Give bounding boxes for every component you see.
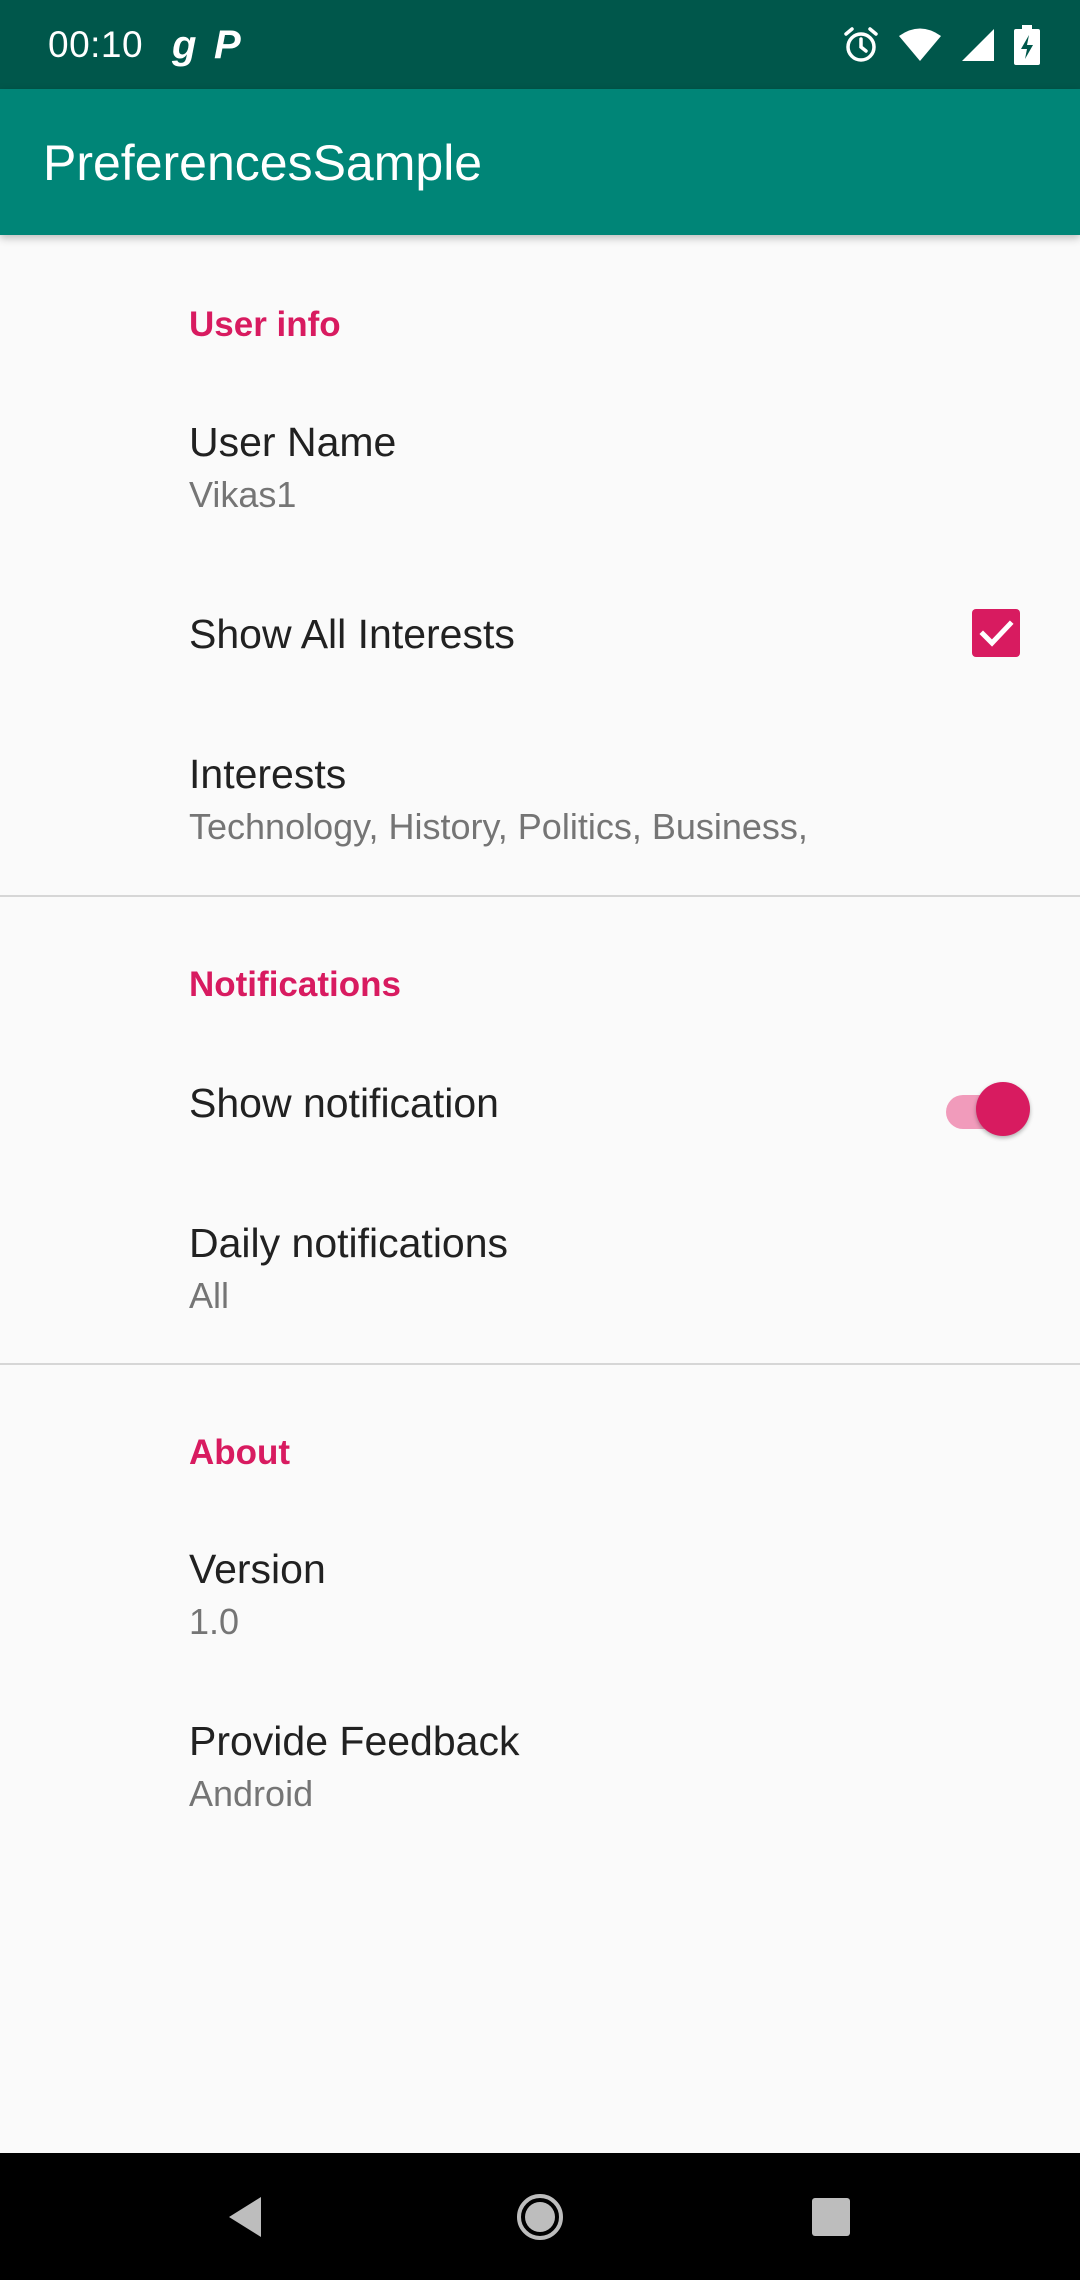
alarm-icon xyxy=(844,27,878,62)
pref-summary: 1.0 xyxy=(189,1601,240,1642)
pref-interests[interactable]: Interests Technology, History, Politics,… xyxy=(0,713,1080,893)
recents-icon xyxy=(812,2197,850,2236)
section-divider xyxy=(0,895,1080,897)
app-bar: PreferencesSample xyxy=(0,89,1080,235)
app-notification-icon-g: g xyxy=(172,23,197,67)
pref-show-all-interests[interactable]: Show All Interests xyxy=(0,563,1080,713)
category-notifications: Notifications xyxy=(189,965,401,1004)
pref-title: Daily notifications xyxy=(189,1220,509,1266)
pref-daily-notifications[interactable]: Daily notifications All xyxy=(0,1190,1080,1362)
home-icon xyxy=(517,2193,563,2240)
pref-title: Provide Feedback xyxy=(189,1718,520,1764)
pref-provide-feedback[interactable]: Provide Feedback Android xyxy=(0,1692,1080,1864)
pref-user-name[interactable]: User Name Vikas1 xyxy=(0,393,1080,563)
checkmark-icon xyxy=(979,620,1014,647)
wifi-icon xyxy=(899,28,941,61)
status-time: 00:10 xyxy=(48,24,144,65)
status-bar: 00:10 g P xyxy=(0,0,1080,89)
battery-icon xyxy=(1014,25,1040,65)
category-about: About xyxy=(189,1433,291,1472)
navigation-bar xyxy=(0,2153,1080,2280)
pref-title: Version xyxy=(189,1546,326,1592)
back-button[interactable] xyxy=(185,2153,305,2280)
pref-title: Show All Interests xyxy=(189,611,515,657)
pref-summary: All xyxy=(189,1275,230,1316)
pref-title: Interests xyxy=(189,751,347,797)
category-user-info: User info xyxy=(189,305,341,344)
pref-title: User Name xyxy=(189,419,397,465)
signal-icon xyxy=(962,29,994,61)
pref-summary: Technology, History, Politics, Business, xyxy=(189,806,808,847)
status-icons xyxy=(842,20,1040,70)
back-icon xyxy=(229,2196,261,2237)
app-notification-icon-p: P xyxy=(214,23,241,67)
pref-summary: Android xyxy=(189,1773,314,1814)
app-title: PreferencesSample xyxy=(43,135,483,191)
pref-show-notification[interactable]: Show notification xyxy=(0,1040,1080,1190)
section-divider xyxy=(0,1363,1080,1365)
pref-summary: Vikas1 xyxy=(189,474,297,515)
recents-button[interactable] xyxy=(771,2153,891,2280)
pref-title: Show notification xyxy=(189,1080,499,1126)
pref-version[interactable]: Version 1.0 xyxy=(0,1520,1080,1692)
switch-thumb xyxy=(976,1082,1030,1136)
home-button[interactable] xyxy=(480,2153,600,2280)
show-notification-switch[interactable] xyxy=(946,1080,1032,1142)
show-all-interests-checkbox[interactable] xyxy=(972,609,1020,657)
